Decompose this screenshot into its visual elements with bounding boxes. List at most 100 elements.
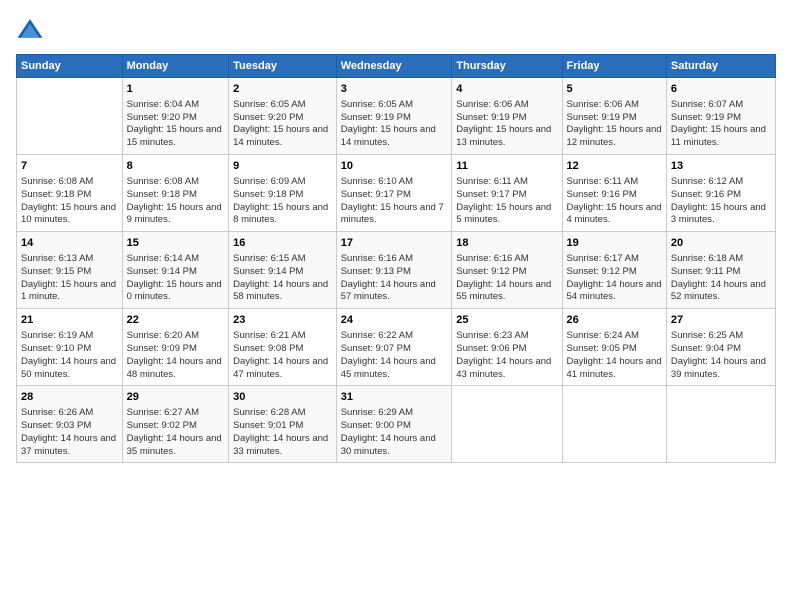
page: SundayMondayTuesdayWednesdayThursdayFrid… [0, 0, 792, 612]
calendar-cell: 15 Sunrise: 6:14 AMSunset: 9:14 PMDayligh… [122, 232, 229, 309]
day-number: 2 [233, 82, 332, 97]
day-number: 13 [671, 159, 771, 174]
calendar-week-row: 21 Sunrise: 6:19 AMSunset: 9:10 PMDayligh… [17, 309, 776, 386]
day-info: Sunrise: 6:27 AMSunset: 9:02 PMDaylight:… [127, 407, 225, 458]
calendar-cell: 30 Sunrise: 6:28 AMSunset: 9:01 PMDayligh… [229, 386, 337, 463]
header-day: Saturday [666, 55, 775, 78]
day-info: Sunrise: 6:24 AMSunset: 9:05 PMDaylight:… [567, 330, 662, 381]
calendar-week-row: 1 Sunrise: 6:04 AMSunset: 9:20 PMDaylight… [17, 78, 776, 155]
day-info: Sunrise: 6:05 AMSunset: 9:19 PMDaylight:… [341, 99, 448, 150]
calendar-cell: 29 Sunrise: 6:27 AMSunset: 9:02 PMDayligh… [122, 386, 229, 463]
calendar-week-row: 14Sunrise: 6:13 AMSunset: 9:15 PMDayligh… [17, 232, 776, 309]
calendar-cell: 1 Sunrise: 6:04 AMSunset: 9:20 PMDaylight… [122, 78, 229, 155]
day-info: Sunrise: 6:11 AMSunset: 9:16 PMDaylight:… [567, 176, 662, 227]
day-number: 3 [341, 82, 448, 97]
calendar-cell: 4 Sunrise: 6:06 AMSunset: 9:19 PMDaylight… [452, 78, 562, 155]
day-info: Sunrise: 6:26 AMSunset: 9:03 PMDaylight:… [21, 407, 118, 458]
day-number: 1 [127, 82, 225, 97]
calendar-cell: 14Sunrise: 6:13 AMSunset: 9:15 PMDayligh… [17, 232, 123, 309]
day-info: Sunrise: 6:20 AMSunset: 9:09 PMDaylight:… [127, 330, 225, 381]
day-info: Sunrise: 6:08 AMSunset: 9:18 PMDaylight:… [127, 176, 225, 227]
calendar-cell: 22 Sunrise: 6:20 AMSunset: 9:09 PMDayligh… [122, 309, 229, 386]
day-info: Sunrise: 6:05 AMSunset: 9:20 PMDaylight:… [233, 99, 332, 150]
day-info: Sunrise: 6:06 AMSunset: 9:19 PMDaylight:… [456, 99, 557, 150]
day-info: Sunrise: 6:13 AMSunset: 9:15 PMDaylight:… [21, 253, 118, 304]
day-number: 4 [456, 82, 557, 97]
day-info: Sunrise: 6:28 AMSunset: 9:01 PMDaylight:… [233, 407, 332, 458]
day-number: 11 [456, 159, 557, 174]
day-number: 21 [21, 313, 118, 328]
day-info: Sunrise: 6:22 AMSunset: 9:07 PMDaylight:… [341, 330, 448, 381]
day-number: 12 [567, 159, 662, 174]
calendar-cell: 17Sunrise: 6:16 AMSunset: 9:13 PMDayligh… [336, 232, 452, 309]
day-number: 25 [456, 313, 557, 328]
day-number: 28 [21, 390, 118, 405]
calendar-cell: 3 Sunrise: 6:05 AMSunset: 9:19 PMDaylight… [336, 78, 452, 155]
day-number: 22 [127, 313, 225, 328]
calendar-table: SundayMondayTuesdayWednesdayThursdayFrid… [16, 54, 776, 463]
day-info: Sunrise: 6:21 AMSunset: 9:08 PMDaylight:… [233, 330, 332, 381]
day-number: 6 [671, 82, 771, 97]
day-number: 29 [127, 390, 225, 405]
calendar-cell: 2 Sunrise: 6:05 AMSunset: 9:20 PMDaylight… [229, 78, 337, 155]
day-number: 9 [233, 159, 332, 174]
day-number: 27 [671, 313, 771, 328]
header [16, 16, 776, 44]
calendar-cell: 12 Sunrise: 6:11 AMSunset: 9:16 PMDayligh… [562, 155, 666, 232]
day-info: Sunrise: 6:09 AMSunset: 9:18 PMDaylight:… [233, 176, 332, 227]
calendar-cell: 20Sunrise: 6:18 AMSunset: 9:11 PMDayligh… [666, 232, 775, 309]
day-number: 17 [341, 236, 448, 251]
calendar-cell: 25Sunrise: 6:23 AMSunset: 9:06 PMDayligh… [452, 309, 562, 386]
day-number: 19 [567, 236, 662, 251]
day-number: 18 [456, 236, 557, 251]
calendar-cell: 21 Sunrise: 6:19 AMSunset: 9:10 PMDayligh… [17, 309, 123, 386]
calendar-cell: 13 Sunrise: 6:12 AMSunset: 9:16 PMDayligh… [666, 155, 775, 232]
day-number: 23 [233, 313, 332, 328]
logo [16, 16, 48, 44]
calendar-cell [562, 386, 666, 463]
header-day: Sunday [17, 55, 123, 78]
day-number: 15 [127, 236, 225, 251]
calendar-cell: 9 Sunrise: 6:09 AMSunset: 9:18 PMDaylight… [229, 155, 337, 232]
calendar-cell: 19 Sunrise: 6:17 AMSunset: 9:12 PMDayligh… [562, 232, 666, 309]
day-info: Sunrise: 6:06 AMSunset: 9:19 PMDaylight:… [567, 99, 662, 150]
day-info: Sunrise: 6:07 AMSunset: 9:19 PMDaylight:… [671, 99, 771, 150]
header-day: Wednesday [336, 55, 452, 78]
day-number: 24 [341, 313, 448, 328]
day-info: Sunrise: 6:08 AMSunset: 9:18 PMDaylight:… [21, 176, 118, 227]
day-number: 7 [21, 159, 118, 174]
day-number: 16 [233, 236, 332, 251]
day-info: Sunrise: 6:04 AMSunset: 9:20 PMDaylight:… [127, 99, 225, 150]
calendar-cell: 23 Sunrise: 6:21 AMSunset: 9:08 PMDayligh… [229, 309, 337, 386]
header-row: SundayMondayTuesdayWednesdayThursdayFrid… [17, 55, 776, 78]
day-info: Sunrise: 6:17 AMSunset: 9:12 PMDaylight:… [567, 253, 662, 304]
header-day: Monday [122, 55, 229, 78]
day-number: 8 [127, 159, 225, 174]
calendar-cell: 24 Sunrise: 6:22 AMSunset: 9:07 PMDayligh… [336, 309, 452, 386]
calendar-cell: 16 Sunrise: 6:15 AMSunset: 9:14 PMDayligh… [229, 232, 337, 309]
day-number: 26 [567, 313, 662, 328]
day-number: 30 [233, 390, 332, 405]
calendar-cell [666, 386, 775, 463]
day-info: Sunrise: 6:29 AMSunset: 9:00 PMDaylight:… [341, 407, 448, 458]
header-day: Tuesday [229, 55, 337, 78]
calendar-week-row: 28 Sunrise: 6:26 AMSunset: 9:03 PMDayligh… [17, 386, 776, 463]
calendar-cell: 5 Sunrise: 6:06 AMSunset: 9:19 PMDaylight… [562, 78, 666, 155]
day-info: Sunrise: 6:18 AMSunset: 9:11 PMDaylight:… [671, 253, 771, 304]
calendar-cell: 7 Sunrise: 6:08 AMSunset: 9:18 PMDaylight… [17, 155, 123, 232]
day-info: Sunrise: 6:12 AMSunset: 9:16 PMDaylight:… [671, 176, 771, 227]
day-info: Sunrise: 6:19 AMSunset: 9:10 PMDaylight:… [21, 330, 118, 381]
header-day: Thursday [452, 55, 562, 78]
header-day: Friday [562, 55, 666, 78]
day-info: Sunrise: 6:14 AMSunset: 9:14 PMDaylight:… [127, 253, 225, 304]
calendar-week-row: 7 Sunrise: 6:08 AMSunset: 9:18 PMDaylight… [17, 155, 776, 232]
calendar-cell [452, 386, 562, 463]
day-number: 5 [567, 82, 662, 97]
day-number: 10 [341, 159, 448, 174]
day-info: Sunrise: 6:15 AMSunset: 9:14 PMDaylight:… [233, 253, 332, 304]
calendar-cell: 27 Sunrise: 6:25 AMSunset: 9:04 PMDayligh… [666, 309, 775, 386]
day-info: Sunrise: 6:25 AMSunset: 9:04 PMDaylight:… [671, 330, 771, 381]
calendar-cell: 8 Sunrise: 6:08 AMSunset: 9:18 PMDaylight… [122, 155, 229, 232]
day-info: Sunrise: 6:11 AMSunset: 9:17 PMDaylight:… [456, 176, 557, 227]
day-info: Sunrise: 6:16 AMSunset: 9:12 PMDaylight:… [456, 253, 557, 304]
